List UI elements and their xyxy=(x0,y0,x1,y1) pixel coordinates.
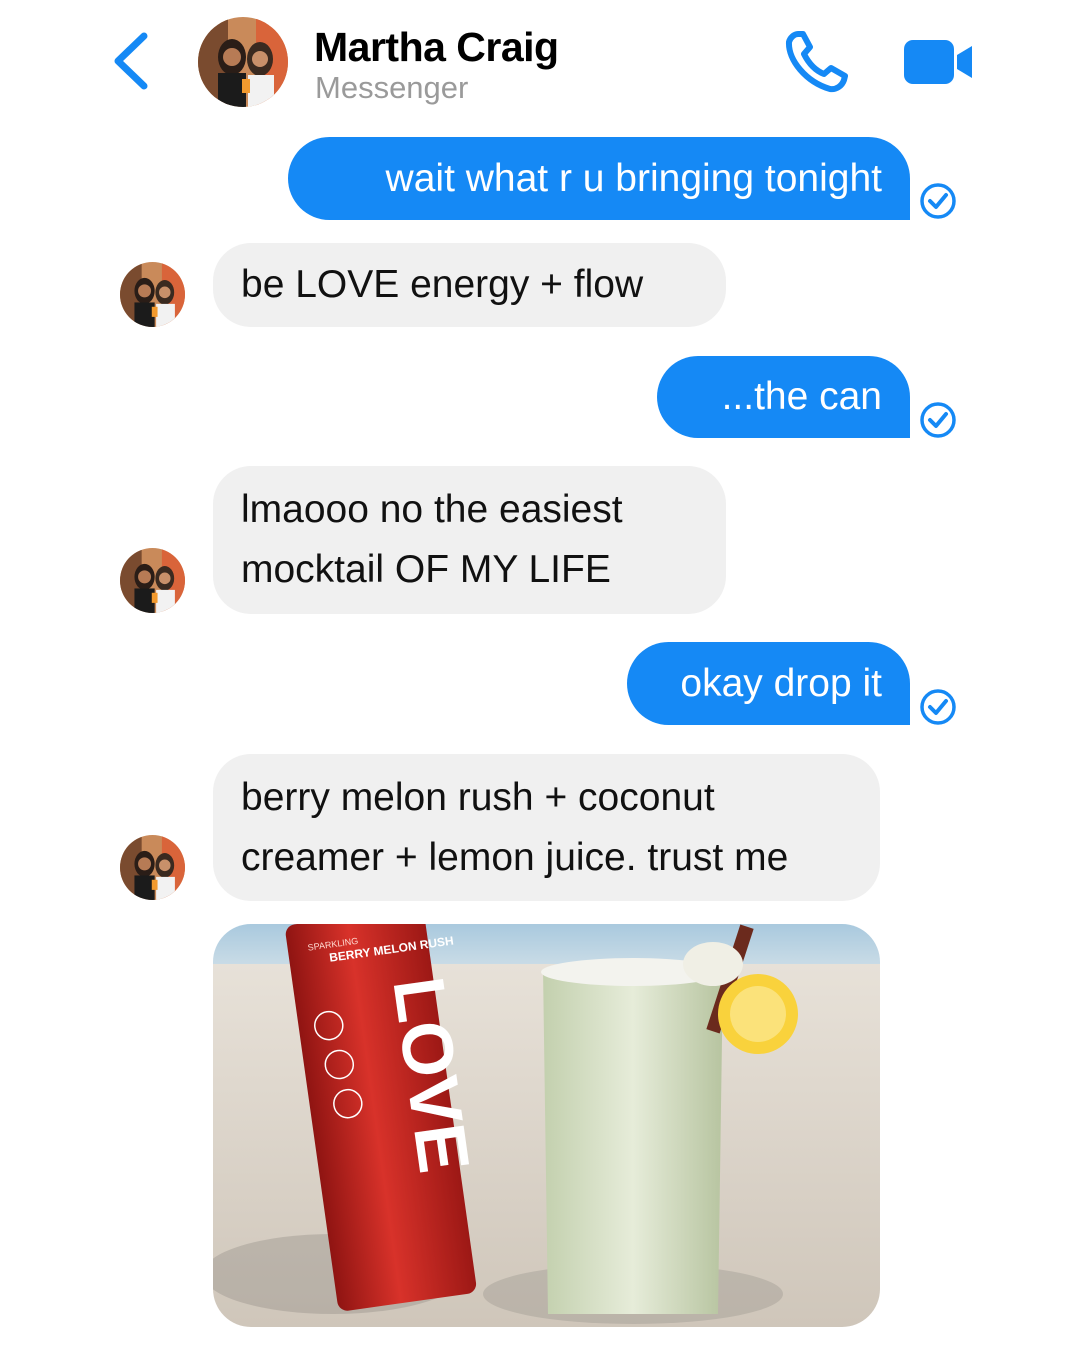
video-camera-icon xyxy=(904,40,972,84)
message-bubble-received[interactable]: lmaooo no the easiest mocktail OF MY LIF… xyxy=(213,466,726,614)
back-button[interactable] xyxy=(108,30,156,92)
contact-avatar[interactable] xyxy=(198,17,288,107)
message-text: wait what r u bringing tonight xyxy=(385,156,882,200)
message-line: creamer + lemon juice. trust me xyxy=(241,835,789,879)
photo-message[interactable]: SPARKLING BERRY MELON RUSH LOVE xyxy=(213,924,880,1327)
chevron-left-icon xyxy=(114,32,148,90)
contact-avatar-small xyxy=(120,262,185,327)
message-line: mocktail OF MY LIFE xyxy=(241,548,611,591)
message-text: be LOVE energy + flow xyxy=(241,263,644,306)
message-line: lmaooo no the easiest xyxy=(241,488,623,531)
contact-avatar-small xyxy=(120,835,185,900)
call-button[interactable] xyxy=(784,30,848,94)
message-bubble-sent[interactable]: wait what r u bringing tonight xyxy=(288,137,910,220)
message-text: ...the can xyxy=(721,375,882,418)
message-text: okay drop it xyxy=(680,661,882,705)
video-call-button[interactable] xyxy=(902,38,976,86)
message-bubble-received[interactable]: berry melon rush + coconut creamer + lem… xyxy=(213,754,880,901)
message-bubble-received[interactable]: be LOVE energy + flow xyxy=(213,243,726,327)
delivered-check-icon xyxy=(920,689,956,725)
message-bubble-sent[interactable]: okay drop it xyxy=(627,642,910,725)
delivered-check-icon xyxy=(920,402,956,438)
phone-icon xyxy=(786,31,848,93)
delivered-check-icon xyxy=(920,183,956,219)
app-label: Messenger xyxy=(315,70,469,105)
contact-name: Martha Craig xyxy=(314,24,559,70)
message-bubble-sent[interactable]: ...the can xyxy=(657,356,910,438)
contact-avatar-small xyxy=(120,548,185,613)
message-line: berry melon rush + coconut xyxy=(241,775,715,819)
